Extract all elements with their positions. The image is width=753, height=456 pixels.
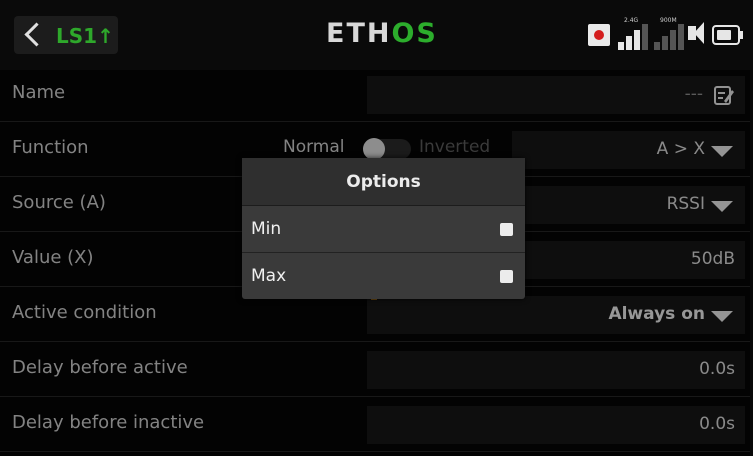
chevron-left-icon — [24, 22, 49, 47]
header-bar: LS1↑ ETHOS 2.4G 900M — [0, 0, 753, 70]
signal-900m-icon: 900M — [654, 17, 688, 50]
signal-900m-label: 900M — [660, 17, 677, 24]
dialog-title: Options — [346, 172, 421, 192]
page-title: LS1↑ — [56, 24, 114, 48]
options-dialog: Options Min Max — [242, 158, 525, 299]
back-button[interactable]: LS1↑ — [14, 16, 118, 54]
logo-eth: ETH — [326, 18, 392, 49]
record-icon — [588, 24, 610, 46]
option-max-label: Max — [251, 266, 287, 286]
option-min[interactable]: Min — [242, 206, 525, 252]
option-min-checkbox[interactable] — [500, 223, 513, 236]
option-min-label: Min — [251, 219, 282, 239]
option-max-checkbox[interactable] — [500, 270, 513, 283]
logo-os: OS — [391, 18, 438, 49]
signal-2-4g-icon: 2.4G — [618, 17, 652, 50]
screen: LS1↑ ETHOS 2.4G 900M Name --- Function N… — [0, 0, 753, 456]
app-logo: ETHOS — [326, 18, 438, 49]
speaker-icon — [688, 22, 704, 44]
battery-icon — [712, 25, 743, 45]
status-area: 2.4G 900M — [588, 17, 746, 52]
option-max[interactable]: Max — [242, 252, 525, 299]
signal-2-4g-label: 2.4G — [624, 17, 639, 24]
dialog-header: Options — [242, 158, 525, 206]
